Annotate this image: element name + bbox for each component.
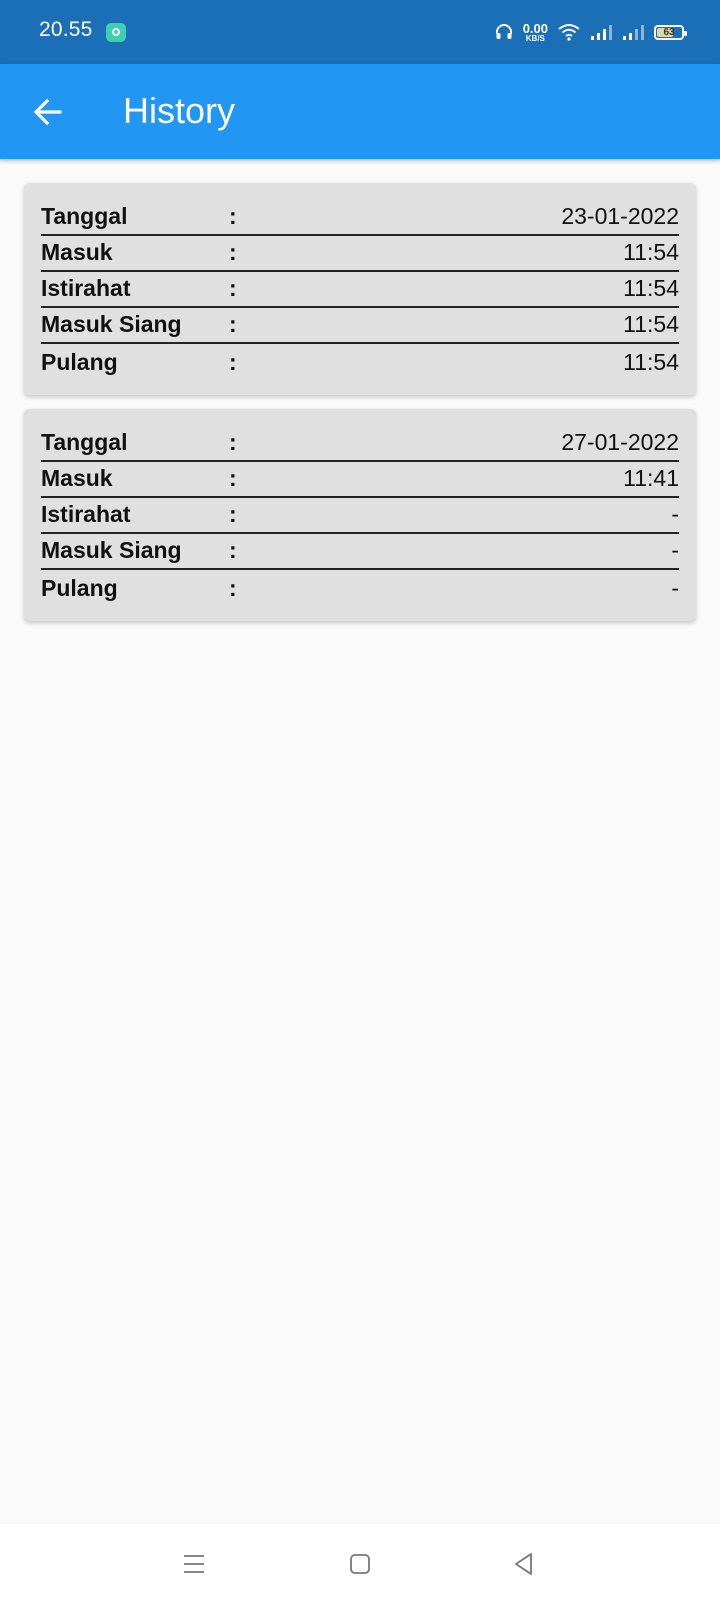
arrow-left-icon	[33, 98, 62, 126]
row-value: 11:41	[623, 465, 679, 491]
row-separator: :	[229, 203, 237, 229]
row-value: 11:54	[623, 349, 679, 375]
headphones-icon	[495, 24, 512, 39]
network-speed-unit: KB/S	[525, 33, 545, 43]
back-button[interactable]	[30, 94, 66, 130]
history-row-tanggal: Tanggal : 23-01-2022	[41, 202, 679, 236]
history-row-tanggal: Tanggal : 27-01-2022	[41, 428, 679, 462]
row-label: Pulang	[41, 349, 118, 375]
history-row-istirahat: Istirahat : 11:54	[41, 274, 679, 308]
app-bar: History	[0, 64, 720, 159]
row-value: 27-01-2022	[561, 429, 679, 455]
row-separator: :	[229, 537, 237, 563]
history-row-pulang: Pulang : -	[41, 572, 679, 606]
row-separator: :	[229, 275, 237, 301]
row-separator: :	[229, 465, 237, 491]
system-nav-bar	[0, 1524, 720, 1600]
recent-apps-button[interactable]	[180, 1550, 208, 1578]
network-speed-value: 0.00	[522, 20, 548, 36]
page-title: History	[123, 90, 236, 131]
home-button[interactable]	[346, 1550, 374, 1578]
history-card: Tanggal : 27-01-2022 Masuk : 11:41 Istir…	[24, 409, 696, 621]
row-value: 23-01-2022	[561, 203, 679, 229]
row-value: -	[671, 501, 679, 527]
status-bar: 20.55 0.00 KB/S 63	[0, 0, 720, 64]
row-label: Tanggal	[41, 429, 128, 455]
row-label: Istirahat	[41, 501, 131, 527]
row-value: 11:54	[623, 239, 679, 265]
history-card: Tanggal : 23-01-2022 Masuk : 11:54 Istir…	[24, 183, 696, 395]
row-label: Masuk Siang	[41, 311, 182, 337]
network-speed: 0.00 KB/S	[523, 22, 548, 43]
battery-level: 63	[663, 26, 675, 38]
history-row-masuk: Masuk : 11:41	[41, 464, 679, 498]
home-icon	[350, 1554, 370, 1574]
history-row-istirahat: Istirahat : -	[41, 500, 679, 534]
status-time: 20.55	[39, 18, 93, 41]
row-label: Tanggal	[41, 203, 128, 229]
row-separator: :	[229, 429, 237, 455]
signal-icon	[623, 25, 644, 40]
menu-icon	[184, 1555, 204, 1573]
row-label: Masuk Siang	[41, 537, 182, 563]
row-separator: :	[229, 239, 237, 265]
row-value: -	[671, 537, 679, 563]
row-separator: :	[229, 311, 237, 337]
row-value: -	[671, 575, 679, 601]
battery-icon: 63	[654, 24, 687, 40]
back-nav-button[interactable]	[510, 1550, 538, 1578]
history-row-pulang: Pulang : 11:54	[41, 346, 679, 380]
notification-app-icon	[106, 23, 126, 42]
wifi-icon	[558, 24, 580, 41]
history-row-masuk-siang: Masuk Siang : 11:54	[41, 310, 679, 344]
row-value: 11:54	[623, 311, 679, 337]
row-value: 11:54	[623, 275, 679, 301]
row-label: Masuk	[41, 465, 113, 491]
status-icons: 0.00 KB/S 63	[495, 17, 687, 47]
history-row-masuk-siang: Masuk Siang : -	[41, 536, 679, 570]
row-separator: :	[229, 349, 237, 375]
row-separator: :	[229, 575, 237, 601]
row-separator: :	[229, 501, 237, 527]
signal-icon	[591, 25, 612, 40]
row-label: Pulang	[41, 575, 118, 601]
row-label: Masuk	[41, 239, 113, 265]
back-icon	[515, 1553, 532, 1575]
history-row-masuk: Masuk : 11:54	[41, 238, 679, 272]
row-label: Istirahat	[41, 275, 131, 301]
